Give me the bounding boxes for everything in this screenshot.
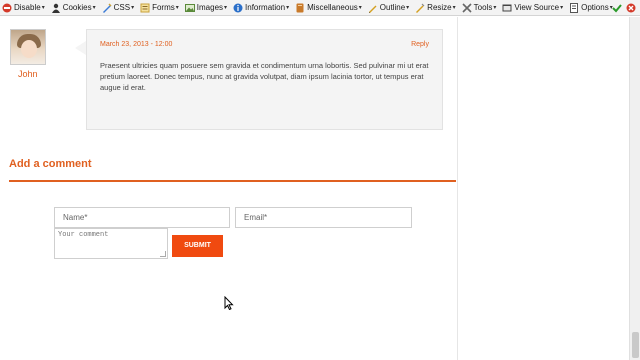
forms-icon (140, 3, 150, 12)
reply-link[interactable]: Reply (411, 41, 429, 48)
tools-icon (462, 2, 472, 13)
toolbar-css-label: CSS (113, 3, 131, 12)
toolbar-forms[interactable]: Forms ▾ (138, 0, 181, 16)
toolbar-information[interactable]: Information ▾ (231, 0, 291, 16)
toolbar-outline[interactable]: Outline ▾ (366, 0, 411, 16)
scrollbar-thumb[interactable] (632, 332, 639, 358)
toolbar-images[interactable]: Images ▾ (183, 0, 229, 16)
page-content: John March 23, 2013 - 12:00 Reply Praese… (0, 17, 457, 360)
toolbar-tools-label: Tools (473, 3, 493, 12)
css-icon (102, 2, 112, 13)
comment-textarea[interactable]: Your comment (54, 228, 168, 259)
outline-icon (368, 5, 377, 13)
toolbar-cookies[interactable]: Cookies ▾ (49, 0, 98, 16)
toolbar-options[interactable]: Options ▾ (567, 0, 615, 16)
toolbar-miscellaneous[interactable]: Miscellaneous ▾ (293, 0, 364, 16)
toolbar-information-label: Information (245, 3, 286, 12)
avatar (10, 29, 46, 65)
submit-button[interactable]: SUBMIT (172, 235, 223, 257)
toolbar-disable[interactable]: Disable ▾ (0, 0, 47, 16)
comment-bubble-arrow (75, 41, 86, 55)
add-comment-title: Add a comment (9, 158, 92, 170)
right-sidebar (457, 17, 629, 360)
mouse-cursor-icon (224, 296, 234, 310)
check-icon[interactable] (612, 3, 622, 13)
toolbar-view-source-label: View Source (514, 3, 560, 12)
information-icon (233, 3, 243, 12)
toolbar-cookies-label: Cookies (62, 3, 92, 12)
images-icon (184, 3, 195, 12)
toolbar-status (612, 0, 636, 16)
toolbar-miscellaneous-label: Miscellaneous (307, 3, 358, 12)
vertical-scrollbar[interactable] (629, 17, 640, 360)
toolbar-outline-label: Outline (379, 3, 406, 12)
options-icon (570, 2, 579, 13)
comment-author[interactable]: John (18, 69, 38, 79)
comment-bubble: March 23, 2013 - 12:00 Reply Praesent ul… (86, 29, 443, 130)
toolbar-resize[interactable]: Resize ▾ (413, 0, 457, 16)
toolbar-forms-label: Forms (152, 3, 175, 12)
toolbar-tools[interactable]: Tools ▾ (460, 0, 499, 16)
name-input[interactable]: Name* (54, 207, 230, 228)
resize-icon (416, 3, 425, 13)
comment-text: Praesent ultricies quam posuere sem grav… (100, 61, 429, 92)
view-source-icon (502, 4, 512, 11)
textarea-resize-handle[interactable] (160, 251, 166, 257)
section-divider (9, 180, 456, 182)
email-input[interactable]: Email* (235, 207, 412, 228)
toolbar-css[interactable]: CSS ▾ (100, 0, 136, 16)
web-developer-toolbar: Disable ▾ Cookies ▾ CSS ▾ Forms ▾ Images ▾ In… (0, 0, 640, 16)
miscellaneous-icon (296, 3, 304, 12)
error-icon[interactable] (626, 3, 636, 13)
toolbar-view-source[interactable]: View Source ▾ (500, 0, 565, 16)
toolbar-resize-label: Resize (427, 3, 452, 12)
disable-icon (2, 3, 12, 12)
cookies-icon (51, 3, 60, 13)
comment-date[interactable]: March 23, 2013 - 12:00 (100, 41, 172, 48)
toolbar-images-label: Images (196, 3, 224, 12)
toolbar-options-label: Options (581, 3, 609, 12)
toolbar-disable-label: Disable (14, 3, 41, 12)
